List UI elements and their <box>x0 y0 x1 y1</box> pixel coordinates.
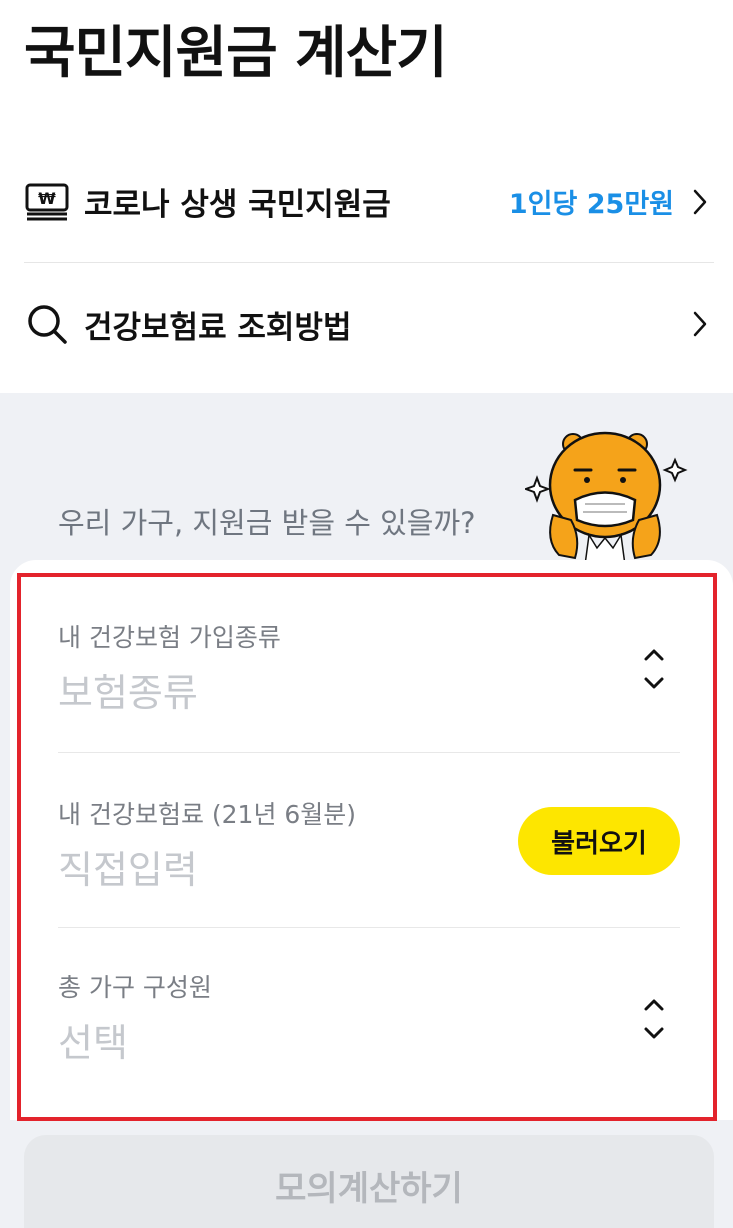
menu-item-national-subsidy[interactable]: ₩ 코로나 상생 국민지원금 1인당 25만원 <box>24 141 714 263</box>
intro-question: 우리 가구, 지원금 받을 수 있을까? <box>58 506 476 540</box>
field-placeholder: 보험종류 <box>58 671 198 715</box>
chevron-right-icon <box>686 188 714 216</box>
menu-item-label: 건강보험료 조회방법 <box>84 309 352 346</box>
field-placeholder: 선택 <box>58 1021 128 1065</box>
ryan-mascot-icon <box>523 430 690 566</box>
divider <box>58 752 680 753</box>
field-label: 총 가구 구성원 <box>58 973 212 1002</box>
household-members-select[interactable]: 총 가구 구성원 선택 <box>58 968 680 1067</box>
search-icon <box>24 301 70 347</box>
menu-item-premium-lookup[interactable]: 건강보험료 조회방법 <box>24 263 714 385</box>
divider <box>58 927 680 928</box>
menu-item-label: 코로나 상생 국민지원금 <box>84 187 391 223</box>
load-premium-button[interactable]: 불러오기 <box>518 807 680 875</box>
page-title: 국민지원금 계산기 <box>24 21 448 86</box>
won-banknote-icon: ₩ <box>24 179 70 225</box>
calculate-button[interactable]: 모의계산하기 <box>24 1135 714 1228</box>
field-label: 내 건강보험 가입종류 <box>58 623 281 652</box>
svg-text:₩: ₩ <box>38 189 56 208</box>
chevron-right-icon <box>686 310 714 338</box>
up-down-chevron-icon[interactable] <box>638 643 670 695</box>
subsidy-amount: 1인당 25만원 <box>508 189 674 220</box>
insurance-type-select[interactable]: 내 건강보험 가입종류 보험종류 <box>58 618 680 717</box>
up-down-chevron-icon[interactable] <box>638 993 670 1045</box>
